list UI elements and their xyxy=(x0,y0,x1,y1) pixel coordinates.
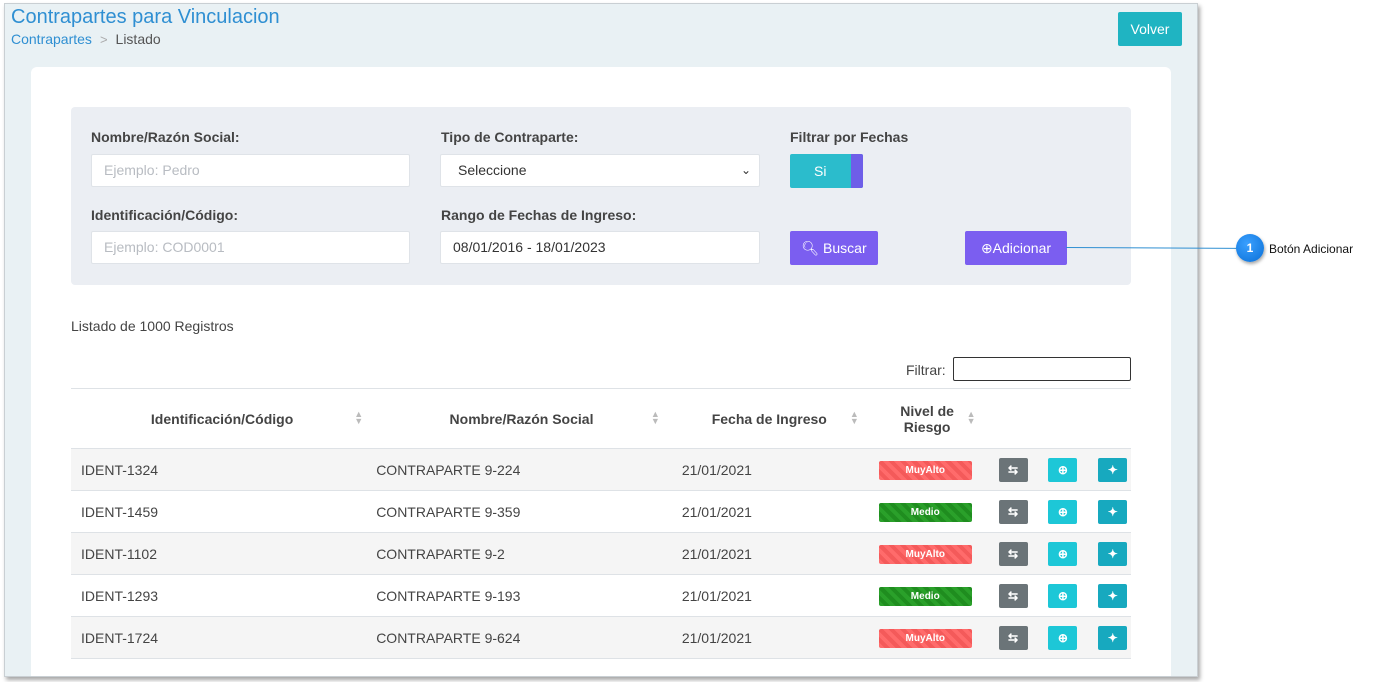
wrench-icon[interactable]: ✦ xyxy=(1098,457,1128,482)
cell-id: IDENT-1293 xyxy=(71,574,374,617)
risk-badge: MuyAlto xyxy=(878,544,972,564)
cell-risk: MuyAlto xyxy=(868,616,986,659)
table-row: IDENT-1724 CONTRAPARTE 9-624 21/01/2021 Muy… xyxy=(71,616,1131,659)
cell-date: 21/01/2021 xyxy=(669,616,869,659)
name-label: Nombre/Razón Social: xyxy=(91,129,240,145)
risk-badge: MuyAlto xyxy=(878,628,972,648)
sort-icon: ▲ ▼ xyxy=(354,409,364,426)
zoom-in-icon[interactable]: ⊕ xyxy=(1048,625,1078,650)
risk-badge: Medio xyxy=(878,502,972,522)
cell-name: CONTRAPARTE 9-359 xyxy=(373,490,670,533)
date-range-input[interactable]: 08/01/2016 - 18/01/2023 xyxy=(440,231,760,264)
cell-id: IDENT-1459 xyxy=(71,490,374,533)
breadcrumb-link-contrapartes[interactable]: Contrapartes xyxy=(11,31,92,47)
app-window: Contrapartes para Vinculacion Contrapart… xyxy=(4,3,1198,677)
type-label: Tipo de Contraparte: xyxy=(441,129,579,145)
table-filter-label: Filtrar: xyxy=(906,362,946,378)
cell-name: CONTRAPARTE 9-193 xyxy=(373,574,670,617)
records-table: Identificación/Código ▲ ▼ Nombre/Razón Soc… xyxy=(71,388,1131,659)
date-filter-label: Filtrar por Fechas xyxy=(790,129,909,145)
page-title: Contrapartes para Vinculacion xyxy=(11,6,280,28)
cell-date: 21/01/2021 xyxy=(669,532,869,575)
id-label: Identificación/Código: xyxy=(91,207,238,223)
type-select[interactable]: Seleccione ⌄ xyxy=(440,154,760,187)
chevron-down-icon: ⌄ xyxy=(740,163,751,177)
cell-id: IDENT-1324 xyxy=(71,448,374,491)
search-icon: 🔍︎ xyxy=(801,239,820,256)
wrench-icon[interactable]: ✦ xyxy=(1098,625,1128,650)
cell-actions: ⇆ ⊕ ✦ xyxy=(985,532,1131,575)
wrench-icon[interactable]: ✦ xyxy=(1098,541,1128,566)
cell-date: 21/01/2021 xyxy=(669,574,869,617)
zoom-in-icon[interactable]: ⊕ xyxy=(1048,499,1078,524)
id-input[interactable]: Ejemplo: COD0001 xyxy=(91,231,410,264)
cell-name: CONTRAPARTE 9-224 xyxy=(373,448,670,491)
table-row: IDENT-1324 CONTRAPARTE 9-224 21/01/2021 Muy… xyxy=(71,448,1131,491)
date-filter-toggle[interactable]: Si xyxy=(790,154,863,188)
table-row: IDENT-1293 CONTRAPARTE 9-193 21/01/2021 Med… xyxy=(71,574,1131,617)
wrench-icon[interactable]: ✦ xyxy=(1098,583,1128,608)
wrench-icon[interactable]: ✦ xyxy=(1098,499,1128,524)
column-header-id[interactable]: Identificación/Código ▲ ▼ xyxy=(71,388,374,449)
swap-icon[interactable]: ⇆ xyxy=(998,625,1028,650)
record-count: Listado de 1000 Registros xyxy=(71,318,234,334)
cell-actions: ⇆ ⊕ ✦ xyxy=(985,616,1131,659)
sort-icon: ▲ ▼ xyxy=(650,409,660,426)
swap-icon[interactable]: ⇆ xyxy=(998,583,1028,608)
content-card: Nombre/Razón Social: Ejemplo: Pedro Tipo… xyxy=(31,67,1171,676)
breadcrumb: Contrapartes > Listado xyxy=(11,31,161,47)
search-button[interactable]: 🔍︎ Buscar xyxy=(790,231,878,265)
sort-icon: ▲ ▼ xyxy=(966,409,976,426)
callout-text: Botón Adicionar xyxy=(1269,242,1354,256)
cell-risk: MuyAlto xyxy=(868,448,986,491)
column-header-risk[interactable]: Nivel de Riesgo ▲ ▼ xyxy=(868,388,986,449)
zoom-in-icon[interactable]: ⊕ xyxy=(1048,457,1078,482)
zoom-in-icon[interactable]: ⊕ xyxy=(1048,583,1078,608)
search-button-label: Buscar xyxy=(823,239,867,256)
cell-actions: ⇆ ⊕ ✦ xyxy=(985,490,1131,533)
cell-name: CONTRAPARTE 9-624 xyxy=(373,616,670,659)
cell-date: 21/01/2021 xyxy=(669,490,869,533)
plus-circle-icon: ⊕ xyxy=(980,239,993,256)
cell-risk: Medio xyxy=(868,490,986,533)
cell-name: CONTRAPARTE 9-2 xyxy=(373,532,670,575)
callout-badge: 1 xyxy=(1236,234,1264,262)
filter-panel: Nombre/Razón Social: Ejemplo: Pedro Tipo… xyxy=(71,107,1131,285)
cell-id: IDENT-1102 xyxy=(71,532,374,575)
cell-id: IDENT-1724 xyxy=(71,616,374,659)
swap-icon[interactable]: ⇆ xyxy=(998,499,1028,524)
sort-icon: ▲ ▼ xyxy=(849,409,859,426)
column-header-name[interactable]: Nombre/Razón Social ▲ ▼ xyxy=(373,388,670,449)
add-button[interactable]: ⊕Adicionar xyxy=(965,231,1067,265)
risk-badge: MuyAlto xyxy=(878,460,972,480)
type-select-value: Seleccione xyxy=(458,162,527,178)
swap-icon[interactable]: ⇆ xyxy=(998,457,1028,482)
cell-risk: Medio xyxy=(868,574,986,617)
swap-icon[interactable]: ⇆ xyxy=(998,541,1028,566)
zoom-in-icon[interactable]: ⊕ xyxy=(1048,541,1078,566)
table-row: IDENT-1459 CONTRAPARTE 9-359 21/01/2021 Med… xyxy=(71,490,1131,533)
cell-risk: MuyAlto xyxy=(868,532,986,575)
table-filter-input[interactable] xyxy=(953,357,1131,381)
cell-actions: ⇆ ⊕ ✦ xyxy=(985,448,1131,491)
date-filter-toggle-label: Si xyxy=(814,163,827,179)
cell-actions: ⇆ ⊕ ✦ xyxy=(985,574,1131,617)
risk-badge: Medio xyxy=(878,586,972,606)
chevron-right-icon: > xyxy=(99,32,108,47)
name-input[interactable]: Ejemplo: Pedro xyxy=(91,154,410,187)
column-header-actions xyxy=(985,388,1131,449)
toggle-knob xyxy=(851,154,863,188)
table-row: IDENT-1102 CONTRAPARTE 9-2 21/01/2021 MuyAl… xyxy=(71,532,1131,575)
back-button[interactable]: Volver xyxy=(1118,12,1182,46)
column-header-date[interactable]: Fecha de Ingreso ▲ ▼ xyxy=(669,388,869,449)
range-label: Rango de Fechas de Ingreso: xyxy=(441,207,637,223)
breadcrumb-current: Listado xyxy=(115,31,161,47)
add-button-label: Adicionar xyxy=(992,239,1052,256)
cell-date: 21/01/2021 xyxy=(669,448,869,491)
